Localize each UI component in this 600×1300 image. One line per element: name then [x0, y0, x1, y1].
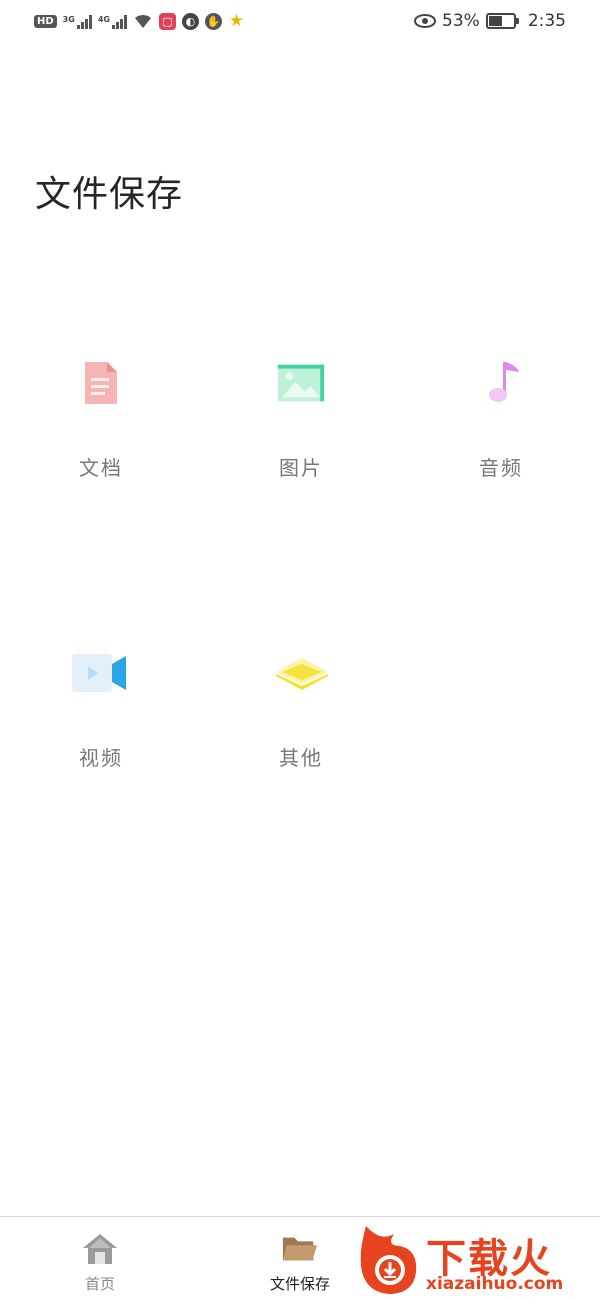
- layers-icon: [272, 648, 332, 698]
- nav-label: 文件保存: [269, 1275, 330, 1293]
- category-label: 其他: [279, 746, 323, 770]
- battery-percent: 53%: [442, 11, 480, 31]
- watermark-logo: 下载火 xiazaihuo.com: [354, 1220, 594, 1298]
- watermark-url: xiazaihuo.com: [426, 1274, 564, 1294]
- category-grid: 文档 图片 音频 视频 其他: [0, 330, 600, 910]
- status-bar-left: HD 3G 4G ▢ ◐ ✋ ★: [34, 11, 245, 31]
- category-label: 图片: [279, 456, 323, 480]
- nav-item-home[interactable]: 首页: [0, 1217, 200, 1300]
- home-icon: [81, 1231, 119, 1267]
- video-camera-icon: [70, 648, 130, 698]
- status-bar-right: 53% 2:35: [414, 11, 566, 31]
- music-note-icon: [476, 358, 526, 408]
- signal-icon: [76, 13, 92, 29]
- page-title: 文件保存: [35, 174, 184, 215]
- category-images[interactable]: 图片: [200, 330, 400, 620]
- folder-open-icon: [281, 1231, 319, 1267]
- network-3g-label: 3G: [62, 14, 75, 24]
- category-other[interactable]: 其他: [200, 620, 400, 910]
- signal-icon: [111, 13, 127, 29]
- category-label: 视频: [79, 746, 123, 770]
- notification-app-icon: ▢: [158, 12, 176, 30]
- battery-icon: [485, 13, 519, 29]
- wifi-icon: [134, 14, 151, 28]
- hd-badge: HD: [34, 14, 57, 28]
- notification-app-icon: ◐: [181, 12, 199, 30]
- category-audio[interactable]: 音频: [400, 330, 600, 620]
- nav-label: 首页: [84, 1275, 115, 1293]
- network-4g-label: 4G: [97, 14, 110, 24]
- notification-app-icon: ✋: [204, 12, 222, 30]
- image-icon: [276, 358, 326, 408]
- status-bar: HD 3G 4G ▢ ◐ ✋ ★ 53% 2:35: [0, 0, 600, 42]
- category-label: 文档: [79, 456, 123, 480]
- flame-logo-icon: [360, 1226, 417, 1294]
- star-notification-icon: ★: [228, 11, 245, 31]
- category-label: 音频: [479, 456, 523, 480]
- status-time: 2:35: [527, 11, 566, 31]
- eye-icon: [414, 14, 437, 28]
- category-documents[interactable]: 文档: [0, 330, 200, 620]
- document-icon: [76, 358, 126, 408]
- category-video[interactable]: 视频: [0, 620, 200, 910]
